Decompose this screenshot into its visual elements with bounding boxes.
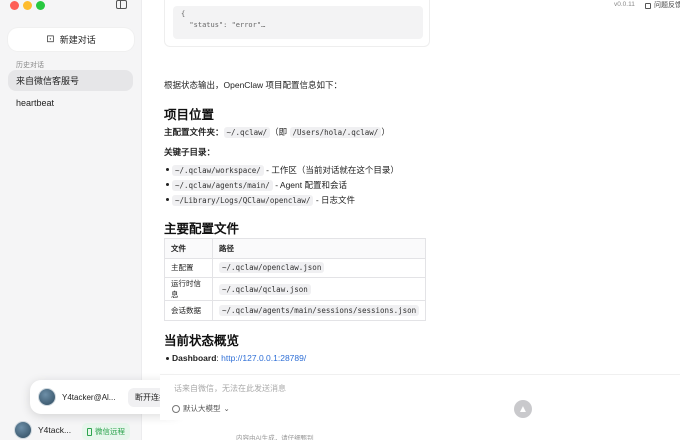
model-selector[interactable]: 默认大模型 ⌄ — [172, 403, 230, 414]
table-header: 文件 路径 — [164, 238, 427, 259]
maximize-window-button[interactable] — [36, 1, 45, 10]
table-row: 运行时信息 ~/.qclaw/qclaw.json — [164, 277, 427, 301]
config-table: 文件 路径 主配置 ~/.qclaw/openclaw.json 运行时信息 ~… — [164, 238, 427, 321]
main-config-line: 主配置文件夹： ~/.qclaw/（即 /Users/hola/.qclaw/） — [164, 126, 390, 138]
section-title-location: 项目位置 — [164, 108, 215, 122]
sidebar: ⊡ 新建对话 历史对话 来自微信客服号 heartbeat Y4tack... … — [0, 0, 142, 440]
code-block: { "status": "error"… — [164, 0, 430, 47]
history-item[interactable]: 来自微信客服号 — [8, 70, 133, 91]
avatar — [14, 421, 32, 439]
history-item[interactable]: heartbeat — [8, 92, 133, 113]
model-label: 默认大模型 — [183, 404, 221, 413]
user-profile[interactable]: Y4tack... — [14, 421, 71, 439]
table-cell: 会话数据 — [164, 300, 213, 321]
minimize-window-button[interactable] — [23, 1, 32, 10]
table-row: 主配置 ~/.qclaw/openclaw.json — [164, 257, 427, 278]
dir-desc: - Agent 配置和会话 — [272, 180, 347, 190]
dir-desc: - 工作区（当前对话就在这个目录） — [263, 165, 399, 175]
table-cell: ~/.qclaw/agents/main/sessions/sessions.j… — [211, 300, 427, 321]
new-chat-label: 新建对话 — [59, 35, 96, 45]
table-cell: 运行时信息 — [164, 277, 213, 301]
chevron-down-icon: ⌄ — [223, 404, 230, 413]
close-window-button[interactable] — [10, 1, 19, 10]
dir-path: ~/.qclaw/workspace/ — [172, 165, 264, 176]
table-cell: ~/.qclaw/openclaw.json — [211, 257, 427, 278]
phone-icon — [87, 427, 92, 436]
wechat-remote-button[interactable]: 微信远程 — [82, 423, 130, 440]
history-label: 历史对话 — [16, 62, 44, 69]
table-path: ~/.qclaw/openclaw.json — [219, 262, 325, 274]
paren-close: ） — [381, 127, 390, 137]
intro-text: 根据状态输出，OpenClaw 项目配置信息如下： — [164, 80, 343, 90]
table-row: 会话数据 ~/.qclaw/agents/main/sessions/sessi… — [164, 300, 427, 321]
code-preview: { "status": "error"… — [173, 6, 423, 39]
paren-open: （即 — [270, 127, 290, 137]
composer-placeholder: 话来自微信，无法在此发送消息 — [174, 384, 286, 393]
main-config-path: ~/.qclaw/ — [223, 127, 271, 138]
dashboard-link[interactable]: http://127.0.0.1:28789/ — [221, 353, 306, 363]
table-cell: ~/.qclaw/qclaw.json — [211, 277, 427, 301]
send-button[interactable]: ▲ — [514, 400, 532, 418]
sidebar-icon[interactable] — [116, 0, 127, 9]
arrow-up-icon: ▲ — [518, 403, 528, 415]
section-title-status: 当前状态概览 — [164, 334, 240, 348]
popup-account-name: Y4tacker@Al... — [62, 392, 116, 402]
list-item: ~/.qclaw/agents/main/ - Agent 配置和会话 — [166, 179, 347, 191]
dir-path: ~/.qclaw/agents/main/ — [172, 180, 273, 191]
table-path: ~/.qclaw/agents/main/sessions/sessions.j… — [219, 304, 420, 316]
new-chat-button[interactable]: ⊡ 新建对话 — [8, 28, 134, 51]
chat-panel: { "status": "error"… 根据状态输出，OpenClaw 项目配… — [142, 0, 680, 440]
user-name: Y4tack... — [38, 425, 72, 435]
list-item: ~/.qclaw/workspace/ - 工作区（当前对话就在这个目录） — [166, 164, 399, 176]
ai-disclaimer: 内容由AI生成，请仔细甄别 — [236, 435, 314, 440]
edit-icon: ⊡ — [46, 34, 55, 45]
history-item-label: heartbeat — [16, 97, 55, 108]
wechat-remote-label: 微信远程 — [95, 427, 125, 436]
key-dirs-label: 关键子目录： — [164, 147, 216, 157]
list-item: ~/Library/Logs/QClaw/openclaw/ - 日志文件 — [165, 194, 356, 206]
message-composer: 话来自微信，无法在此发送消息 默认大模型 ⌄ — [160, 374, 680, 420]
avatar — [38, 388, 56, 406]
table-cell: 主配置 — [164, 257, 213, 278]
list-item: Dashboard: http://127.0.0.1:28789/ — [165, 353, 306, 363]
main-config-abs: /Users/hola/.qclaw/ — [289, 127, 382, 138]
dir-desc: - 日志文件 — [313, 195, 356, 205]
table-header-cell: 文件 — [164, 238, 213, 259]
main-config-label: 主配置文件夹： — [164, 127, 224, 137]
model-icon — [172, 404, 180, 413]
dashboard-label: Dashboard — [172, 353, 217, 363]
app-window: ⊡ 新建对话 历史对话 来自微信客服号 heartbeat Y4tack... … — [0, 0, 680, 440]
table-header-cell: 路径 — [211, 238, 427, 259]
dir-path: ~/Library/Logs/QClaw/openclaw/ — [172, 195, 314, 206]
history-item-label: 来自微信客服号 — [16, 76, 80, 86]
table-path: ~/.qclaw/qclaw.json — [219, 283, 311, 295]
section-title-config: 主要配置文件 — [164, 222, 240, 236]
